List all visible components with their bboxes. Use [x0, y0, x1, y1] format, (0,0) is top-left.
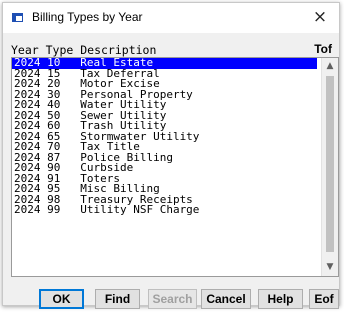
vertical-scrollbar[interactable]: ▲ ▼: [321, 58, 338, 276]
search-button: Search: [148, 289, 197, 309]
chevron-up-icon[interactable]: ▲: [322, 58, 338, 75]
dialog-window: Billing Types by Year × Year Type Descri…: [2, 2, 340, 309]
tof-button[interactable]: Tof: [310, 41, 336, 57]
ok-button[interactable]: OK: [39, 289, 84, 309]
title-bar[interactable]: Billing Types by Year ×: [3, 3, 339, 33]
close-icon[interactable]: ×: [301, 3, 339, 33]
scroll-thumb[interactable]: [326, 76, 334, 252]
cancel-button[interactable]: Cancel: [201, 289, 251, 309]
eof-button[interactable]: Eof: [309, 289, 339, 309]
list-item[interactable]: 2024 99 Utility NSF Charge: [12, 204, 317, 216]
list-header: Year Type Description: [11, 43, 157, 57]
list-items: 2024 10 Real Estate 2024 15 Tax Deferral 2…: [12, 58, 317, 216]
app-icon: [12, 13, 23, 22]
billing-types-list[interactable]: 2024 10 Real Estate 2024 15 Tax Deferral 2…: [11, 57, 339, 277]
window-title: Billing Types by Year: [32, 10, 143, 24]
find-button[interactable]: Find: [95, 289, 140, 309]
chevron-down-icon[interactable]: ▼: [322, 259, 338, 276]
help-button[interactable]: Help: [258, 289, 303, 309]
